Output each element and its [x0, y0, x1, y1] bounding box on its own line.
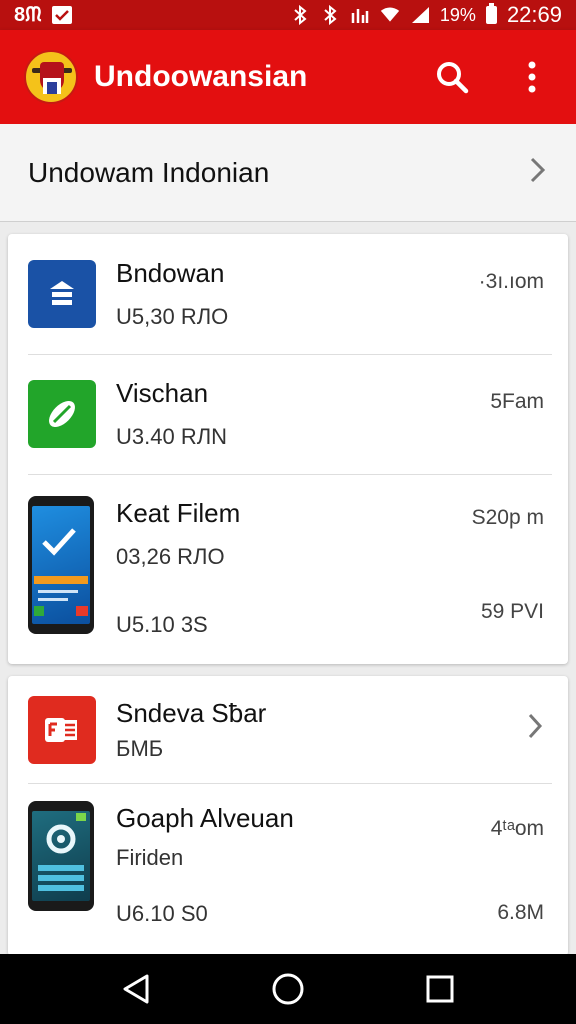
emblem-logo-icon: [24, 50, 78, 104]
signal-icon: [410, 5, 430, 25]
status-left-text: 8ᙏ: [14, 3, 42, 26]
list-item[interactable]: Goaph Alveuan Firiden U6.10 S0 4ᵗᵃom 6.8…: [8, 783, 568, 956]
clock: 22:69: [506, 2, 562, 27]
more-vert-icon[interactable]: [512, 57, 552, 97]
item-title: Bndowan: [116, 258, 225, 288]
item-subtitle: Firiden: [116, 845, 184, 870]
system-nav-bar: [0, 954, 576, 1024]
item-meta: 4ᵗᵃom: [490, 817, 544, 840]
check-notification-icon: [51, 5, 72, 25]
list-item[interactable]: Sndeva Sƀar БМБ: [8, 676, 568, 782]
item-subtitle-secondary: U6.10 S0: [116, 901, 208, 926]
item-meta: 5Fam: [490, 390, 544, 413]
app-list-card: Bndowan U5,30 RЛO ·3ı.ıom Vischan U3.40 …: [8, 234, 568, 664]
section-header[interactable]: Undowam Indonian: [0, 124, 576, 222]
item-meta-secondary: 59 PVI: [480, 600, 544, 623]
app-bar: Undoowansian: [0, 30, 576, 124]
search-icon[interactable]: [432, 57, 472, 97]
bluetooth-alt-icon: [320, 5, 340, 25]
briefcase-icon: [28, 260, 96, 328]
app-title: Undoowansian: [94, 60, 308, 93]
item-subtitle: U3.40 RЛN: [116, 424, 228, 449]
chevron-right-icon: [526, 712, 544, 745]
back-icon[interactable]: [116, 969, 156, 1009]
item-title: Keat Filem: [116, 498, 241, 528]
wifi-icon: [380, 5, 400, 25]
list-item[interactable]: Keat Filem 03,26 RЛO U5.10 3S S20p m 59 …: [8, 474, 568, 664]
recents-icon[interactable]: [420, 969, 460, 1009]
item-meta-secondary: 6.8M: [497, 901, 544, 924]
document-icon: [28, 696, 96, 764]
item-title: Sndeva Sƀar: [116, 698, 267, 728]
status-bar: 8ᙏ 19% 22:69: [0, 0, 576, 30]
leaf-icon: [28, 380, 96, 448]
app-list-card: Sndeva Sƀar БМБ Goaph Alveuan Firiden U6…: [8, 676, 568, 956]
network-icon: [350, 5, 370, 25]
list-item[interactable]: Bndowan U5,30 RЛO ·3ı.ıom: [8, 234, 568, 354]
item-subtitle: 03,26 RЛO: [116, 544, 225, 569]
item-title: Goaph Alveuan: [116, 803, 294, 833]
item-meta: S20p m: [471, 506, 544, 529]
item-meta: ·3ı.ıom: [478, 270, 544, 293]
item-subtitle-secondary: U5.10 3S: [116, 612, 208, 637]
battery-icon: [485, 3, 497, 24]
item-title: Vischan: [116, 378, 209, 408]
chevron-right-icon: [528, 156, 548, 189]
home-icon[interactable]: [268, 969, 308, 1009]
item-subtitle: БМБ: [116, 736, 164, 761]
phone-check-icon: [28, 496, 94, 634]
bluetooth-icon: [290, 5, 310, 25]
item-subtitle: U5,30 RЛO: [116, 304, 229, 329]
phone-gear-icon: [28, 801, 94, 911]
section-header-label: Undowam Indonian: [28, 156, 270, 188]
list-item[interactable]: Vischan U3.40 RЛN 5Fam: [8, 354, 568, 474]
battery-percent: 19%: [439, 4, 476, 25]
